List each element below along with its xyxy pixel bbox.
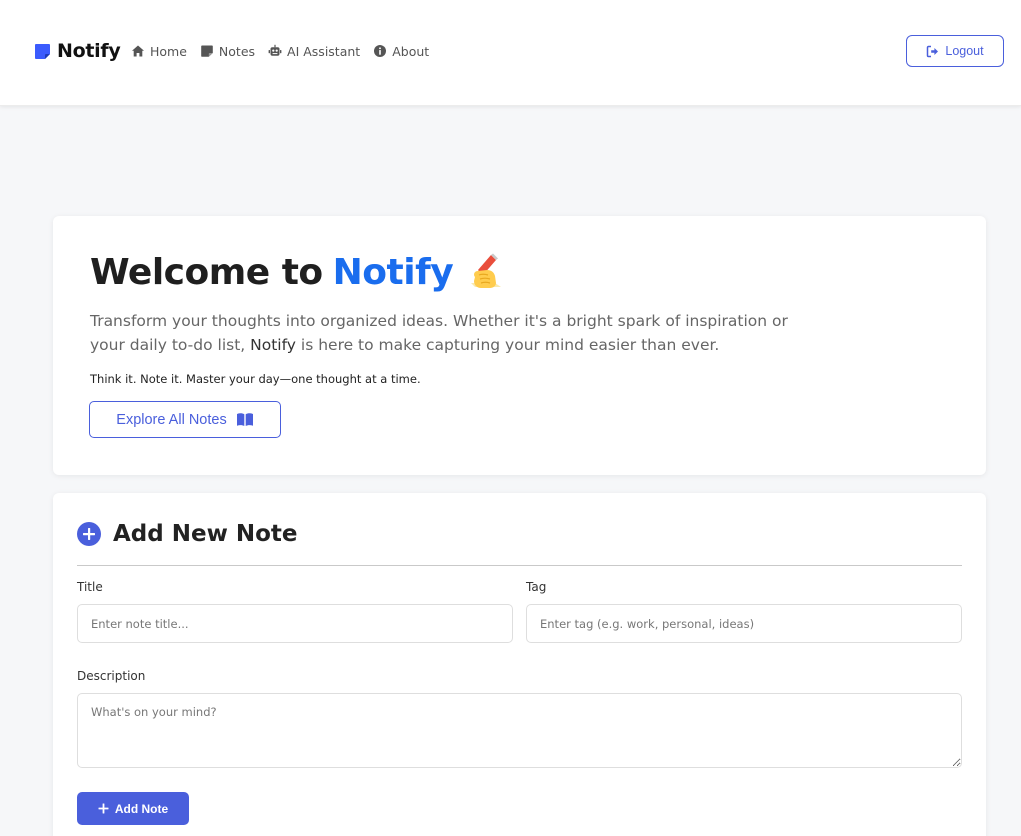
nav-about[interactable]: About [373,44,429,59]
nav-notes-label: Notes [218,43,256,59]
add-note-header: Add New Note [77,519,297,549]
welcome-card: Welcome to Notify Transform your thought… [53,216,986,475]
title-field-label: Title [77,580,103,594]
add-note-button[interactable]: Add Note [77,792,189,825]
explore-notes-label: Explore All Notes [116,411,227,428]
welcome-description-brand: Notify [250,336,296,354]
nav-ai-assistant-label: AI Assistant [287,43,361,59]
plus-icon [98,803,109,814]
sticky-note-icon [201,45,213,57]
sticky-note-icon [35,43,50,59]
description-field-label: Description [77,669,146,683]
brand-logo[interactable]: Notify [34,38,121,64]
logout-icon [927,45,939,57]
tag-input[interactable] [526,604,962,643]
book-open-icon [236,412,253,426]
brand-name: Notify [57,40,121,62]
welcome-title-brand: Notify [332,252,454,293]
home-icon [132,45,144,57]
navbar: Notify Home Notes AI Assistant About Log… [0,0,1021,106]
nav-ai-assistant[interactable]: AI Assistant [268,44,360,59]
tag-field-label: Tag [526,580,547,594]
description-textarea[interactable] [77,693,962,768]
nav-about-label: About [392,43,430,59]
welcome-title-prefix: Welcome to [90,252,323,293]
add-note-label: Add Note [114,801,169,816]
title-input[interactable] [77,604,513,643]
info-circle-icon [374,45,387,57]
welcome-description-part2: is here to make capturing your mind easi… [295,336,720,354]
robot-icon [268,44,282,56]
welcome-tagline: Think it. Note it. Master your day—one t… [90,372,421,386]
writing-hand-emoji-icon [471,253,502,288]
welcome-title: Welcome to Notify [90,252,505,293]
logout-label: Logout [945,44,984,58]
welcome-description: Transform your thoughts into organized i… [90,309,820,357]
logout-button[interactable]: Logout [906,35,1004,67]
nav-home[interactable]: Home [131,44,187,59]
add-note-card: Add New Note Title Tag Description Add N… [53,493,986,836]
nav-home-label: Home [150,43,187,59]
nav-notes[interactable]: Notes [200,44,255,59]
plus-circle-icon [77,522,101,546]
divider [77,565,962,566]
main-nav: Home Notes AI Assistant About [131,41,429,61]
explore-notes-button[interactable]: Explore All Notes [89,401,281,438]
add-note-heading: Add New Note [113,521,298,547]
